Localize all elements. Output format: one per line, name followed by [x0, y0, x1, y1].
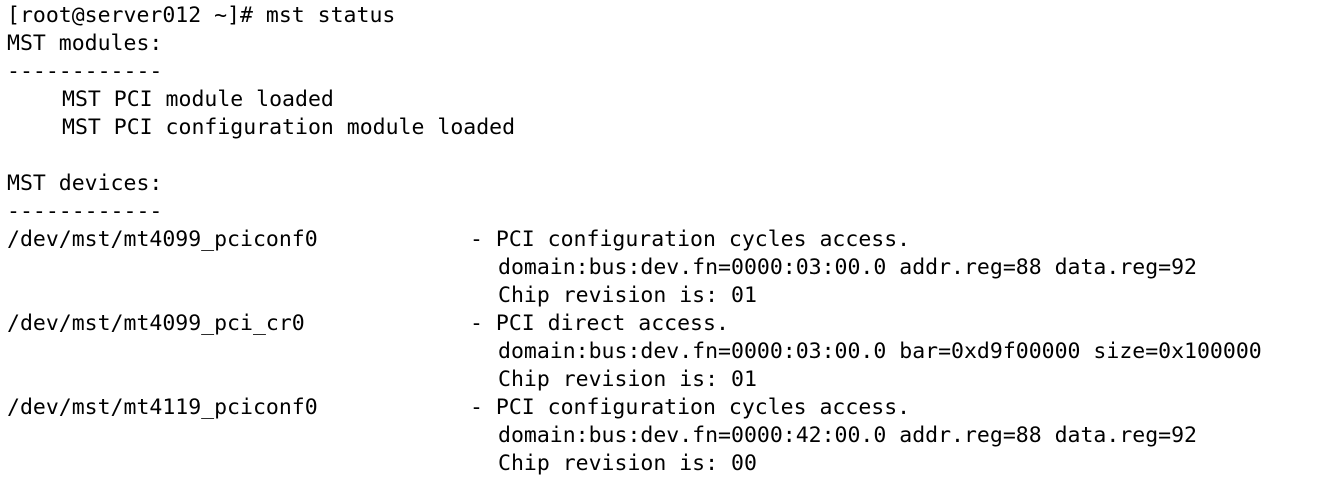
devices-header: MST devices: — [7, 171, 163, 196]
terminal-output[interactable]: [root@server012 ~]# mst status MST modul… — [0, 0, 1336, 480]
device-path: /dev/mst/mt4099_pciconf0 — [7, 227, 318, 252]
module-item: MST PCI configuration module loaded — [62, 115, 516, 140]
device-path: /dev/mst/mt4119_pciconf0 — [7, 395, 318, 420]
modules-separator: ------------ — [7, 59, 163, 84]
command-line: [root@server012 ~]# mst status — [7, 2, 395, 30]
device-access-type: - PCI configuration cycles access. — [470, 395, 911, 420]
command-text: mst status — [265, 3, 396, 28]
device-chip-revision: Chip revision is: 00 — [498, 451, 757, 476]
device-details: domain:bus:dev.fn=0000:03:00.0 addr.reg=… — [498, 255, 1197, 280]
device-access-type: - PCI configuration cycles access. — [470, 227, 911, 252]
modules-header: MST modules: — [7, 31, 163, 56]
device-chip-revision: Chip revision is: 01 — [498, 283, 757, 308]
device-details: domain:bus:dev.fn=0000:42:00.0 addr.reg=… — [498, 423, 1197, 448]
device-details: domain:bus:dev.fn=0000:03:00.0 bar=0xd9f… — [498, 339, 1262, 364]
device-access-type: - PCI direct access. — [470, 311, 729, 336]
shell-prompt: [root@server012 ~]# — [7, 3, 266, 28]
devices-separator: ------------ — [7, 199, 163, 224]
module-item: MST PCI module loaded — [62, 87, 334, 112]
device-path: /dev/mst/mt4099_pci_cr0 — [7, 311, 305, 336]
device-chip-revision: Chip revision is: 01 — [498, 367, 757, 392]
